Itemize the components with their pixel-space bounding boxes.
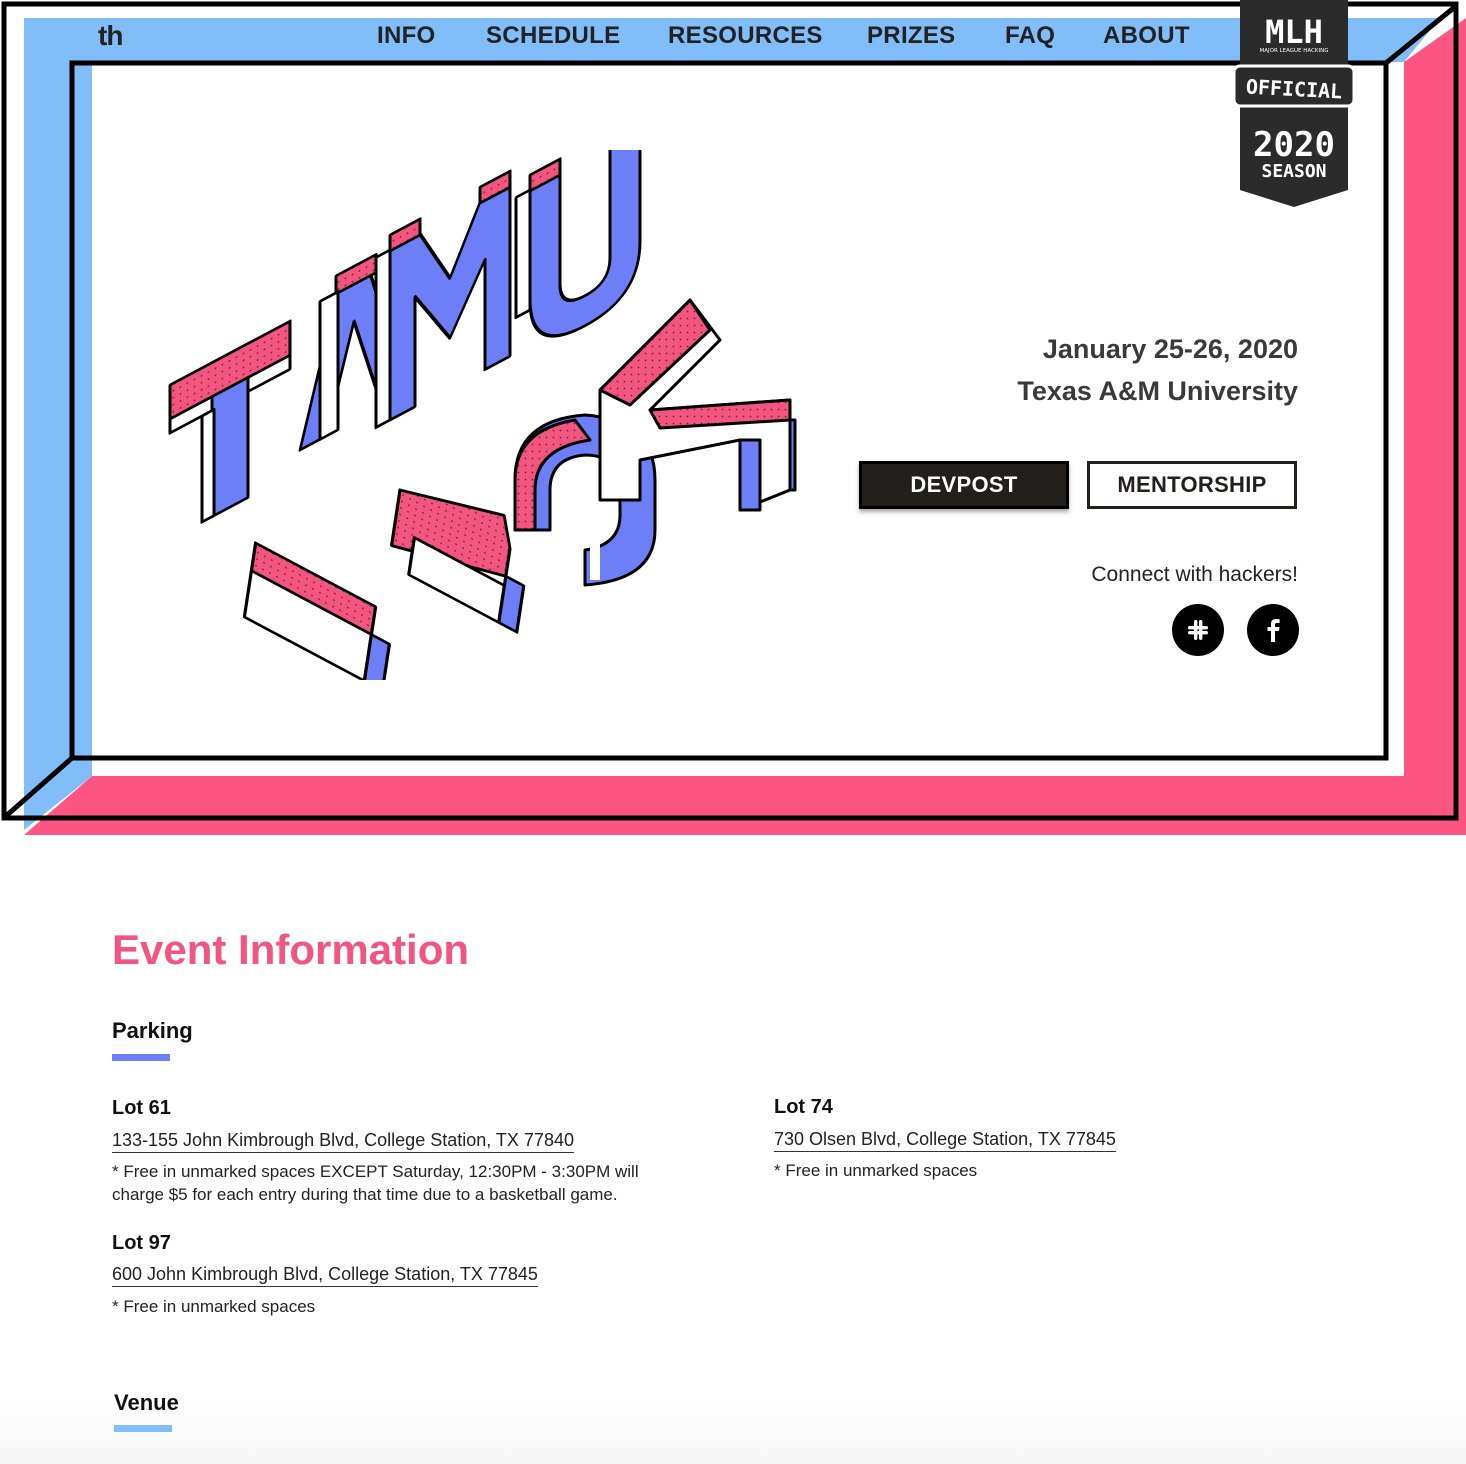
- event-location: Texas A&M University: [1017, 376, 1298, 406]
- parking-heading: Parking: [112, 1018, 193, 1043]
- mentorship-button[interactable]: MENTORSHIP: [1087, 461, 1297, 509]
- facebook-icon: [1267, 619, 1280, 642]
- slack-icon: [1188, 620, 1208, 640]
- lot-address-link[interactable]: 133-155 John Kimbrough Blvd, College Sta…: [112, 1130, 574, 1153]
- lot-title: Lot 74: [774, 1096, 833, 1118]
- nav-prizes[interactable]: PRIZES: [867, 22, 955, 50]
- parking-underline: [112, 1054, 170, 1061]
- mlh-year: 2020: [1253, 125, 1335, 165]
- page-bottom-fade: [0, 1400, 1466, 1464]
- tamuhack-logo: [150, 114, 810, 692]
- nav-about[interactable]: ABOUT: [1103, 22, 1190, 50]
- hero-section: th INFO SCHEDULE RESOURCES PRIZES FAQ AB…: [0, 0, 1466, 835]
- lot-title: Lot 61: [112, 1097, 171, 1119]
- devpost-button[interactable]: DEVPOST: [859, 461, 1069, 509]
- mlh-badge-graphic: MLH MAJOR LEAGUE HACKING OFFICIAL 2020 S…: [1232, 0, 1356, 207]
- lot-note: * Free in unmarked spaces EXCEPT Saturda…: [112, 1162, 639, 1204]
- lot-address-link[interactable]: 600 John Kimbrough Blvd, College Station…: [112, 1264, 538, 1287]
- facebook-link[interactable]: [1247, 604, 1299, 656]
- nav-faq[interactable]: FAQ: [1005, 22, 1055, 50]
- venue-heading: Venue: [114, 1390, 179, 1415]
- event-date: January 25-26, 2020: [1042, 334, 1298, 364]
- mlh-badge[interactable]: MLH MAJOR LEAGUE HACKING OFFICIAL 2020 S…: [1232, 0, 1356, 210]
- mlh-title: MLH: [1265, 13, 1323, 51]
- connect-label: Connect with hackers!: [1091, 563, 1298, 586]
- lot-note: * Free in unmarked spaces: [774, 1161, 978, 1180]
- nav-schedule[interactable]: SCHEDULE: [486, 22, 620, 50]
- tamuhack-logo-graphic: [168, 114, 797, 692]
- event-info-title: Event Information: [112, 926, 470, 973]
- nav-resources[interactable]: RESOURCES: [668, 22, 823, 50]
- venue-underline: [114, 1425, 172, 1432]
- nav-info[interactable]: INFO: [377, 22, 436, 50]
- mlh-official: OFFICIAL: [1245, 74, 1342, 103]
- lot-note: * Free in unmarked spaces: [112, 1297, 316, 1316]
- lot-address-link[interactable]: 730 Olsen Blvd, College Station, TX 7784…: [774, 1129, 1116, 1152]
- slack-link[interactable]: [1172, 604, 1224, 656]
- lot-title: Lot 97: [112, 1232, 171, 1254]
- mlh-subtitle: MAJOR LEAGUE HACKING: [1260, 48, 1329, 54]
- mlh-season: SEASON: [1261, 161, 1326, 182]
- event-dates: January 25-26, 2020 Texas A&M University: [1017, 328, 1298, 412]
